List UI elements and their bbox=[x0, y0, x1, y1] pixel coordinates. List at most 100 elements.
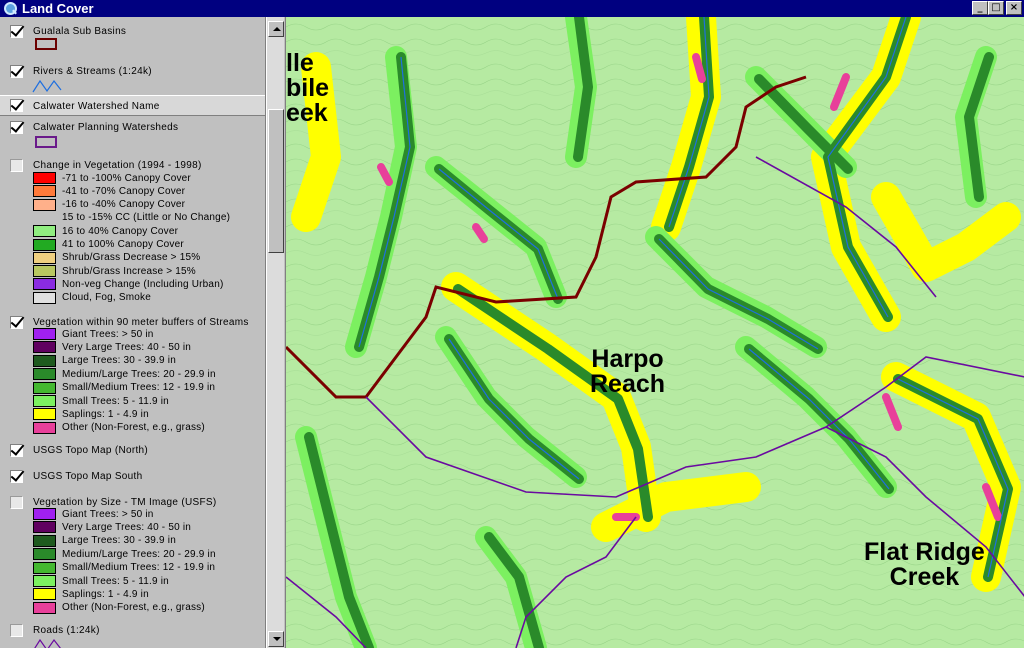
layer-gualala-sub-basins[interactable]: Gualala Sub Basins bbox=[0, 21, 265, 55]
legend-class-row: 41 to 100% Canopy Cover bbox=[33, 238, 184, 251]
map-label-harpo-reach: Harpo Reach bbox=[590, 347, 665, 397]
legend-class-row: Small Trees: 5 - 11.9 in bbox=[33, 395, 169, 407]
class-label: Giant Trees: > 50 in bbox=[62, 328, 154, 340]
close-button[interactable]: × bbox=[1006, 1, 1022, 15]
map-label-line: bile bbox=[286, 74, 330, 102]
layer-usgs-topo-south[interactable]: USGS Topo Map South bbox=[0, 467, 265, 489]
color-swatch bbox=[33, 408, 56, 421]
road-line-icon bbox=[34, 638, 61, 648]
color-swatch bbox=[33, 368, 56, 381]
class-label: Saplings: 1 - 4.9 in bbox=[62, 408, 149, 420]
layer-rivers-streams[interactable]: Rivers & Streams (1:24k) bbox=[0, 61, 265, 97]
legend-class-row: Shrub/Grass Increase > 15% bbox=[33, 265, 196, 278]
layer-name: Calwater Planning Watersheds bbox=[33, 122, 179, 133]
color-swatch bbox=[33, 341, 56, 354]
color-swatch bbox=[33, 265, 56, 278]
class-label: Large Trees: 30 - 39.9 in bbox=[62, 355, 176, 367]
layer-name: Vegetation by Size - TM Image (USFS) bbox=[33, 497, 217, 508]
class-label: 41 to 100% Canopy Cover bbox=[62, 239, 184, 250]
layer-checkbox-rivers[interactable] bbox=[10, 65, 23, 78]
polygon-symbol-brown bbox=[35, 38, 57, 50]
color-swatch bbox=[33, 601, 56, 614]
legend-class-row: Other (Non-Forest, e.g., grass) bbox=[33, 601, 205, 614]
map-label-line: lle bbox=[286, 49, 314, 77]
legend-class-row: Saplings: 1 - 4.9 in bbox=[33, 588, 149, 601]
color-swatch bbox=[33, 251, 56, 264]
color-swatch bbox=[33, 198, 56, 211]
layer-calwater-planning[interactable]: Calwater Planning Watersheds bbox=[0, 118, 265, 152]
class-label: 16 to 40% Canopy Cover bbox=[62, 225, 179, 237]
legend-class-row: Non-veg Change (Including Urban) bbox=[33, 278, 224, 291]
layer-name: USGS Topo Map (North) bbox=[33, 445, 149, 456]
class-label: Very Large Trees: 40 - 50 in bbox=[62, 341, 192, 353]
class-label: Shrub/Grass Decrease > 15% bbox=[62, 252, 201, 264]
scroll-down-button[interactable] bbox=[268, 631, 284, 647]
layer-usgs-topo-north[interactable]: USGS Topo Map (North) bbox=[0, 441, 265, 463]
layer-checkbox-change-veg[interactable] bbox=[10, 159, 23, 172]
color-swatch bbox=[33, 185, 56, 198]
color-swatch bbox=[33, 381, 56, 394]
legend-class-row: -41 to -70% Canopy Cover bbox=[33, 185, 185, 198]
color-swatch bbox=[33, 534, 56, 547]
legend-class-row: 15 to -15% CC (Little or No Change) bbox=[33, 212, 230, 224]
color-swatch bbox=[33, 225, 56, 238]
layer-veg-by-size-tm[interactable]: Vegetation by Size - TM Image (USFS) Gia… bbox=[0, 493, 265, 619]
legend-class-row: 16 to 40% Canopy Cover bbox=[33, 225, 179, 238]
class-label: Other (Non-Forest, e.g., grass) bbox=[62, 422, 205, 434]
legend-class-row: Large Trees: 30 - 39.9 in bbox=[33, 354, 176, 367]
class-label: Small/Medium Trees: 12 - 19.9 in bbox=[62, 382, 216, 394]
layer-checkbox-calwater-name[interactable] bbox=[10, 99, 23, 112]
map-label-flat-ridge-creek: Flat Ridge Creek bbox=[864, 540, 985, 590]
legend-scrollbar[interactable] bbox=[266, 17, 284, 648]
class-label: Shrub/Grass Increase > 15% bbox=[62, 265, 196, 277]
layer-checkbox-veg-buffers[interactable] bbox=[10, 316, 23, 329]
class-label: 15 to -15% CC (Little or No Change) bbox=[62, 212, 231, 224]
layer-roads[interactable]: Roads (1:24k) bbox=[0, 621, 265, 648]
legend-class-row: Other (Non-Forest, e.g., grass) bbox=[33, 421, 205, 434]
scroll-thumb[interactable] bbox=[268, 109, 284, 253]
layer-checkbox-gualala[interactable] bbox=[10, 25, 23, 38]
color-swatch bbox=[33, 521, 56, 534]
map-label-top-left: lle bile eek bbox=[286, 51, 329, 126]
layer-calwater-watershed-name[interactable]: Calwater Watershed Name bbox=[0, 95, 265, 116]
layer-change-in-vegetation[interactable]: Change in Vegetation (1994 - 1998) -71 t… bbox=[0, 156, 265, 306]
layer-name: Roads (1:24k) bbox=[33, 625, 100, 636]
legend-class-row: Cloud, Fog, Smoke bbox=[33, 291, 151, 304]
layer-checkbox-calwater-planning[interactable] bbox=[10, 121, 23, 134]
color-swatch bbox=[33, 238, 56, 251]
legend-class-row: Saplings: 1 - 4.9 in bbox=[33, 408, 149, 421]
class-label: Saplings: 1 - 4.9 in bbox=[62, 588, 149, 600]
layer-checkbox-topo-north[interactable] bbox=[10, 444, 23, 457]
scroll-up-button[interactable] bbox=[268, 21, 284, 37]
map-label-line: Harpo bbox=[591, 345, 664, 373]
layer-veg-stream-buffers[interactable]: Vegetation within 90 meter buffers of St… bbox=[0, 313, 265, 439]
layer-checkbox-roads[interactable] bbox=[10, 624, 23, 637]
legend-class-row: Large Trees: 30 - 39.9 in bbox=[33, 534, 176, 547]
legend-class-row: Small/Medium Trees: 12 - 19.9 in bbox=[33, 561, 216, 574]
class-label: Small Trees: 5 - 11.9 in bbox=[62, 395, 169, 407]
maximize-button[interactable]: □ bbox=[988, 1, 1004, 15]
layer-checkbox-topo-south[interactable] bbox=[10, 470, 23, 483]
legend-class-row: Giant Trees: > 50 in bbox=[33, 328, 154, 340]
map-label-line: Creek bbox=[889, 563, 960, 591]
minimize-button[interactable]: _ bbox=[972, 1, 988, 15]
layer-name: USGS Topo Map South bbox=[33, 471, 143, 482]
class-label: Medium/Large Trees: 20 - 29.9 in bbox=[62, 548, 216, 560]
layer-name: Calwater Watershed Name bbox=[33, 101, 160, 112]
map-view[interactable]: lle bile eek Harpo Reach Flat Ridge Cree… bbox=[285, 17, 1024, 648]
window-titlebar: Land Cover _ □ × bbox=[0, 0, 1024, 17]
legend-class-row: Giant Trees: > 50 in bbox=[33, 508, 154, 520]
legend-class-row: Medium/Large Trees: 20 - 29.9 in bbox=[33, 548, 216, 561]
layer-checkbox-veg-size[interactable] bbox=[10, 496, 23, 509]
class-label: Medium/Large Trees: 20 - 29.9 in bbox=[62, 368, 216, 380]
window-title: Land Cover bbox=[22, 1, 94, 16]
color-swatch bbox=[33, 278, 56, 291]
class-label: Other (Non-Forest, e.g., grass) bbox=[62, 602, 205, 614]
class-label: -16 to -40% Canopy Cover bbox=[62, 199, 186, 211]
class-label: Non-veg Change (Including Urban) bbox=[62, 278, 224, 290]
legend-class-row: Very Large Trees: 40 - 50 in bbox=[33, 341, 192, 354]
magnifier-globe-icon bbox=[2, 1, 18, 17]
legend-class-row: -16 to -40% Canopy Cover bbox=[33, 198, 186, 211]
class-label: Small/Medium Trees: 12 - 19.9 in bbox=[62, 562, 216, 574]
window-controls: _ □ × bbox=[972, 1, 1022, 15]
